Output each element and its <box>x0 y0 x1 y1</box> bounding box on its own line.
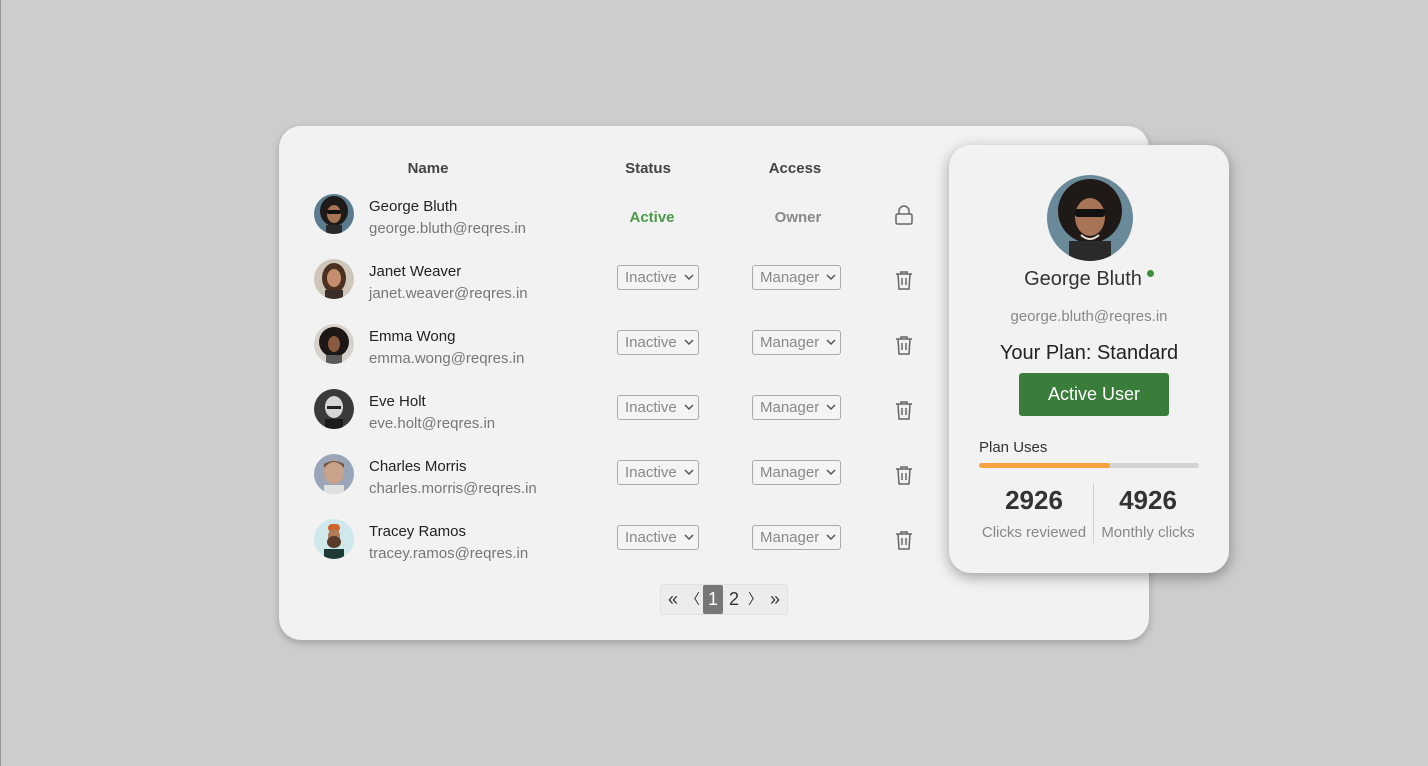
plan-title: Your Plan: Standard <box>999 342 1179 364</box>
plan-uses-label: Plan Uses <box>979 439 1048 456</box>
table-row: Charles Morris charles.morris@reqres.in … <box>279 454 949 519</box>
table-row: Tracey Ramos tracey.ramos@reqres.in Inac… <box>279 519 949 584</box>
profile-card: George Bluth george.bluth@reqres.in Your… <box>949 145 1229 573</box>
status-select[interactable]: Inactive <box>617 460 699 485</box>
column-header-name: Name <box>407 160 449 177</box>
user-name: Eve Holt <box>369 393 426 410</box>
chevron-down-icon <box>684 339 694 346</box>
table-row: Janet Weaver janet.weaver@reqres.in Inac… <box>279 259 949 324</box>
access-select[interactable]: Manager <box>752 395 841 420</box>
chevron-down-icon <box>684 274 694 281</box>
table-row: Emma Wong emma.wong@reqres.in Inactive M… <box>279 324 949 389</box>
access-select-value: Manager <box>760 529 820 546</box>
user-email: george.bluth@reqres.in <box>369 220 526 237</box>
status-select-value: Inactive <box>625 464 677 481</box>
status-select[interactable]: Inactive <box>617 525 699 550</box>
avatar <box>314 324 354 364</box>
user-name: Emma Wong <box>369 328 456 345</box>
chevron-down-icon <box>826 469 836 476</box>
access-select[interactable]: Manager <box>752 525 841 550</box>
page-2-button[interactable]: 2 <box>725 585 743 614</box>
access-select[interactable]: Manager <box>752 330 841 355</box>
trash-icon[interactable] <box>893 464 915 486</box>
active-user-button[interactable]: Active User <box>1019 373 1169 416</box>
trash-icon[interactable] <box>893 399 915 421</box>
status-select[interactable]: Inactive <box>617 395 699 420</box>
column-header-access: Access <box>768 160 822 177</box>
pagination: « 〈 1 2 〉 » <box>660 584 788 615</box>
chevron-down-icon <box>826 274 836 281</box>
avatar <box>314 454 354 494</box>
prev-page-button[interactable]: 〈 <box>685 585 701 614</box>
page-1-button[interactable]: 1 <box>703 585 723 614</box>
access-select[interactable]: Manager <box>752 265 841 290</box>
access-label: Owner <box>774 209 822 226</box>
status-select[interactable]: Inactive <box>617 330 699 355</box>
monthly-clicks-label: Monthly clicks <box>1101 524 1195 541</box>
chevron-down-icon <box>684 404 694 411</box>
trash-icon[interactable] <box>893 269 915 291</box>
user-email: charles.morris@reqres.in <box>369 480 537 497</box>
status-select-value: Inactive <box>625 334 677 351</box>
access-select-value: Manager <box>760 334 820 351</box>
clicks-reviewed-value: 2926 <box>1005 485 1063 515</box>
profile-name: George Bluth <box>1024 268 1142 290</box>
trash-icon[interactable] <box>893 529 915 551</box>
status-label: Active <box>629 209 675 226</box>
monthly-clicks-value: 4926 <box>1119 485 1177 515</box>
avatar <box>314 389 354 429</box>
user-name: Charles Morris <box>369 458 467 475</box>
chevron-down-icon <box>826 339 836 346</box>
user-name: Janet Weaver <box>369 263 462 280</box>
chevron-down-icon <box>826 404 836 411</box>
access-select-value: Manager <box>760 464 820 481</box>
status-select[interactable]: Inactive <box>617 265 699 290</box>
status-select-value: Inactive <box>625 399 677 416</box>
profile-avatar <box>1047 175 1133 261</box>
user-email: tracey.ramos@reqres.in <box>369 545 529 562</box>
chevron-down-icon <box>684 534 694 541</box>
user-name: George Bluth <box>369 198 458 215</box>
user-name: Tracey Ramos <box>369 523 466 540</box>
lock-icon <box>893 204 915 226</box>
profile-email: george.bluth@reqres.in <box>1010 308 1168 325</box>
window-edge <box>0 0 1 766</box>
column-header-status: Status <box>625 160 671 177</box>
access-select[interactable]: Manager <box>752 460 841 485</box>
user-email: emma.wong@reqres.in <box>369 350 525 367</box>
avatar <box>314 259 354 299</box>
status-select-value: Inactive <box>625 269 677 286</box>
table-row: George Bluth george.bluth@reqres.in Acti… <box>279 194 949 259</box>
table-row: Eve Holt eve.holt@reqres.in Inactive Man… <box>279 389 949 454</box>
access-select-value: Manager <box>760 399 820 416</box>
first-page-button[interactable]: « <box>665 585 681 614</box>
plan-usage-fill <box>979 463 1110 468</box>
plan-usage-bar <box>979 463 1199 468</box>
avatar <box>314 519 354 559</box>
trash-icon[interactable] <box>893 334 915 356</box>
clicks-reviewed-label: Clicks reviewed <box>981 524 1087 541</box>
user-email: eve.holt@reqres.in <box>369 415 496 432</box>
next-page-button[interactable]: 〉 <box>747 585 763 614</box>
chevron-down-icon <box>684 469 694 476</box>
online-status-dot <box>1147 270 1154 277</box>
user-email: janet.weaver@reqres.in <box>369 285 528 302</box>
access-select-value: Manager <box>760 269 820 286</box>
status-select-value: Inactive <box>625 529 677 546</box>
chevron-down-icon <box>826 534 836 541</box>
last-page-button[interactable]: » <box>767 585 783 614</box>
avatar <box>314 194 354 234</box>
